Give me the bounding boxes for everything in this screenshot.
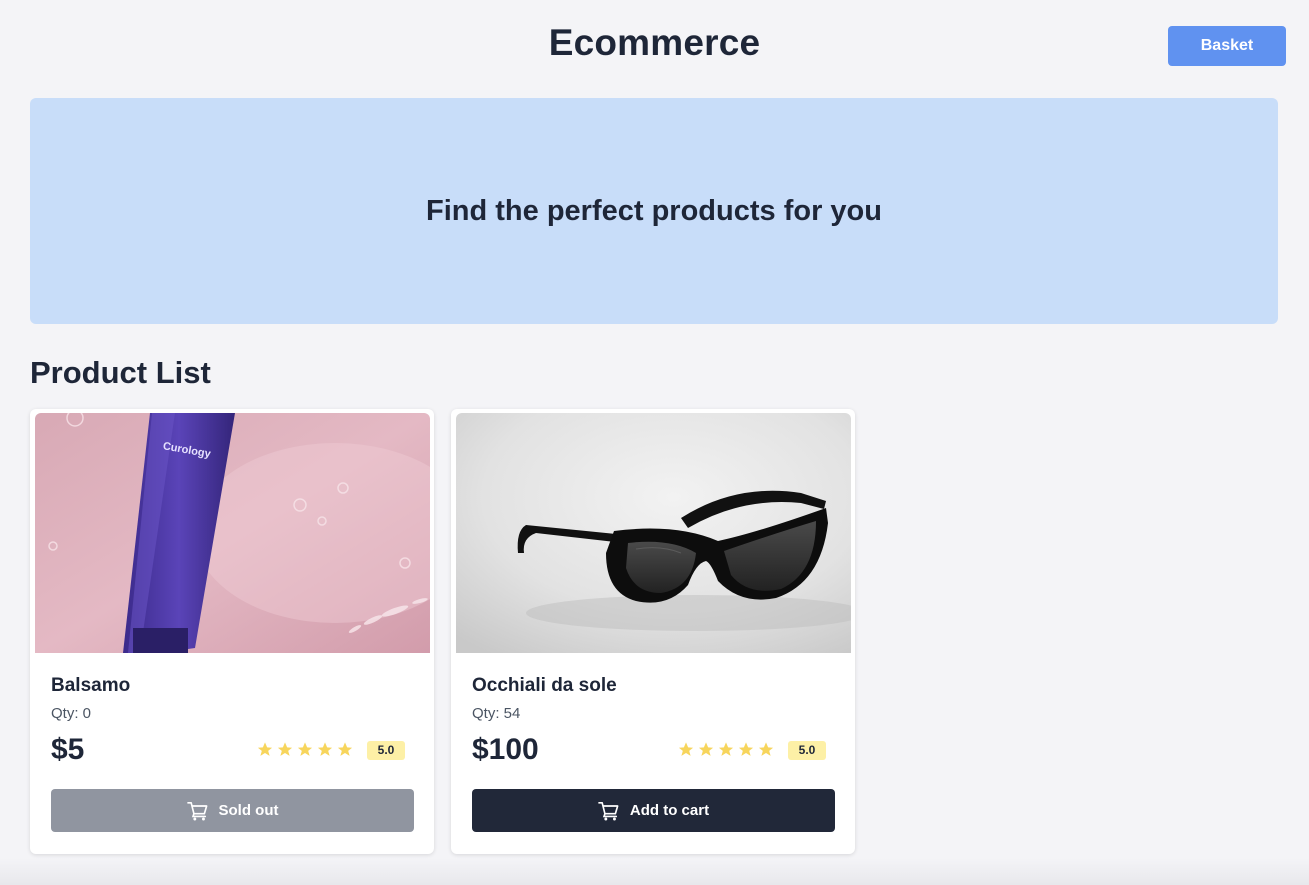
shopping-cart-icon <box>186 801 207 820</box>
product-qty: Qty: 54 <box>472 705 521 722</box>
product-name: Balsamo <box>51 675 131 696</box>
star-icon <box>698 742 714 756</box>
section-title: Product List <box>30 355 211 390</box>
star-icon <box>257 742 273 756</box>
product-name: Occhiali da sole <box>472 675 617 696</box>
rating-badge: 5.0 <box>367 741 405 760</box>
page-title: Ecommerce <box>548 22 761 63</box>
star-icon <box>678 742 694 756</box>
hero-text: Find the perfect products for you <box>426 194 882 227</box>
product-price: $5 <box>51 733 85 766</box>
basket-button[interactable]: Basket <box>1168 26 1286 66</box>
product-card: Occhiali da sole Qty: 54 $100 5.0 Add to… <box>451 409 855 854</box>
star-icon <box>718 742 734 756</box>
product-image: Curology <box>35 413 430 653</box>
star-icon <box>317 742 333 756</box>
rating-badge: 5.0 <box>788 741 826 760</box>
sunglasses-image <box>456 413 851 653</box>
star-icon <box>738 742 754 756</box>
star-icon <box>337 742 353 756</box>
star-icon <box>297 742 313 756</box>
button-label: Sold out <box>218 802 279 819</box>
product-card: Curology Balsamo Qty: 0 $5 5.0 Sold out <box>30 409 434 854</box>
bottom-shade <box>0 858 1309 885</box>
page: Ecommerce Basket Find the perfect produc… <box>0 0 1309 885</box>
star-icon <box>277 742 293 756</box>
star-icon <box>758 742 774 756</box>
button-label: Add to cart <box>629 802 710 819</box>
rating-stars <box>256 741 354 758</box>
tube-image: Curology <box>35 413 430 653</box>
add-to-cart-button[interactable]: Add to cart <box>472 789 835 832</box>
hero-banner: Find the perfect products for you <box>30 98 1278 324</box>
rating-stars <box>677 741 775 758</box>
sold-out-button[interactable]: Sold out <box>51 789 414 832</box>
product-image <box>456 413 851 653</box>
product-price: $100 <box>472 733 539 766</box>
product-qty: Qty: 0 <box>51 705 92 722</box>
shopping-cart-icon <box>598 801 619 820</box>
